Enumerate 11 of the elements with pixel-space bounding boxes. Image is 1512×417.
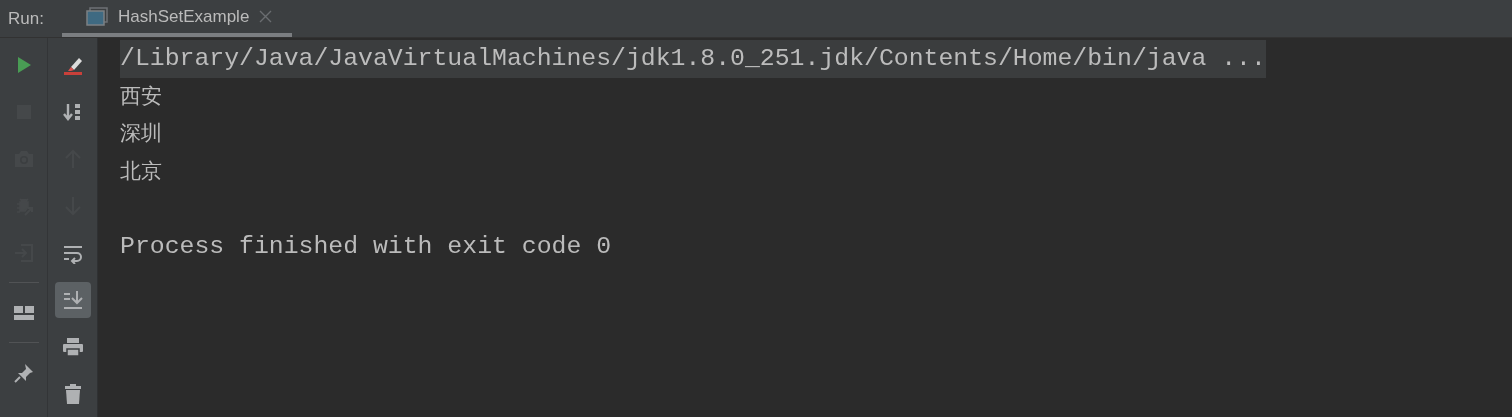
exit-status-line: Process finished with exit code 0 (120, 230, 612, 262)
output-line: 深圳 (120, 120, 162, 147)
pin-icon[interactable] (12, 361, 35, 384)
print-icon[interactable] (61, 335, 84, 358)
scroll-end-button[interactable] (54, 281, 91, 318)
output-line: 西安 (120, 82, 162, 110)
window-icon (86, 6, 108, 27)
run-label: Run: (7, 7, 45, 30)
scroll-end-icon (61, 288, 84, 311)
output-line: 北京 (120, 157, 162, 185)
tab-title: HashSetExample (118, 6, 250, 27)
